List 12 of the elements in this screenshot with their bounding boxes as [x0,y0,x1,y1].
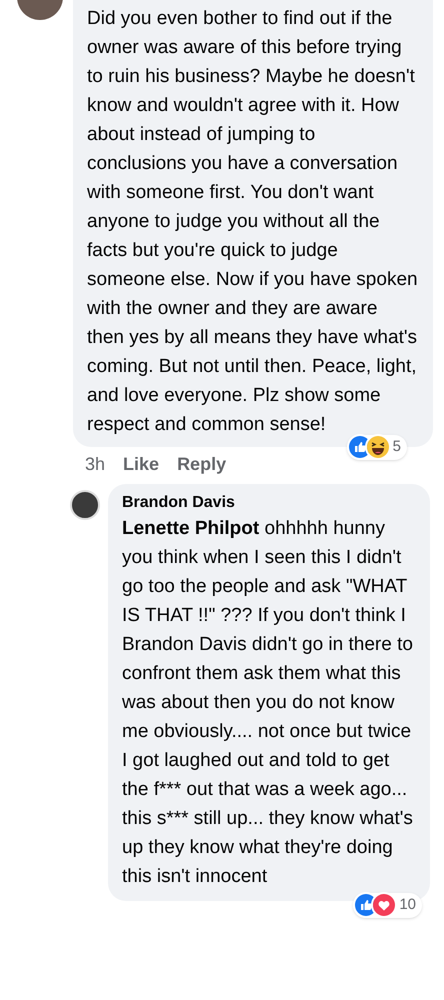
comment-time: 3h [85,453,106,476]
reaction-count: 5 [392,437,402,457]
comment-action-link[interactable]: Like [123,451,160,478]
laughing-face-icon [366,436,389,458]
comment-text: Lenette Philpot ohhhhh hunny you think when I seen this I didn't go too the people and ask "WHAT IS THAT !!" ??? If you don't think I Brandon Davis didn't go in there to confront them ask them what this was about then you do not know me obviously.... not once but twice I got laughed out and told to get the f*** out that was a week ago... this s*** still up... they know what's up they know what they're doing this isn't innocent [122,517,414,889]
comment-text: Did you even bother to find out if the owner was aware of this before trying to ruin his business? Maybe he doesn't know and wouldn't agree with it. How about instead of jumping to conclusions you have a conversation with someone first. You don't want anyone to judge you without all the facts but you're quick to judge someone else. Now if you have spoken with the owner and they are aware then yes by all means they have what's coming. But not until then. Peace, light, and love everyone. Plz show some respect and common sense! [87,7,419,437]
reaction-summary[interactable]: 10 [353,893,422,918]
avatar[interactable] [70,490,100,520]
reaction-summary[interactable]: 5 [346,435,407,460]
reaction-count: 10 [398,895,417,915]
comment-action-link[interactable]: Reply [177,451,226,478]
comment-author[interactable]: Brandon Davis [122,492,416,514]
